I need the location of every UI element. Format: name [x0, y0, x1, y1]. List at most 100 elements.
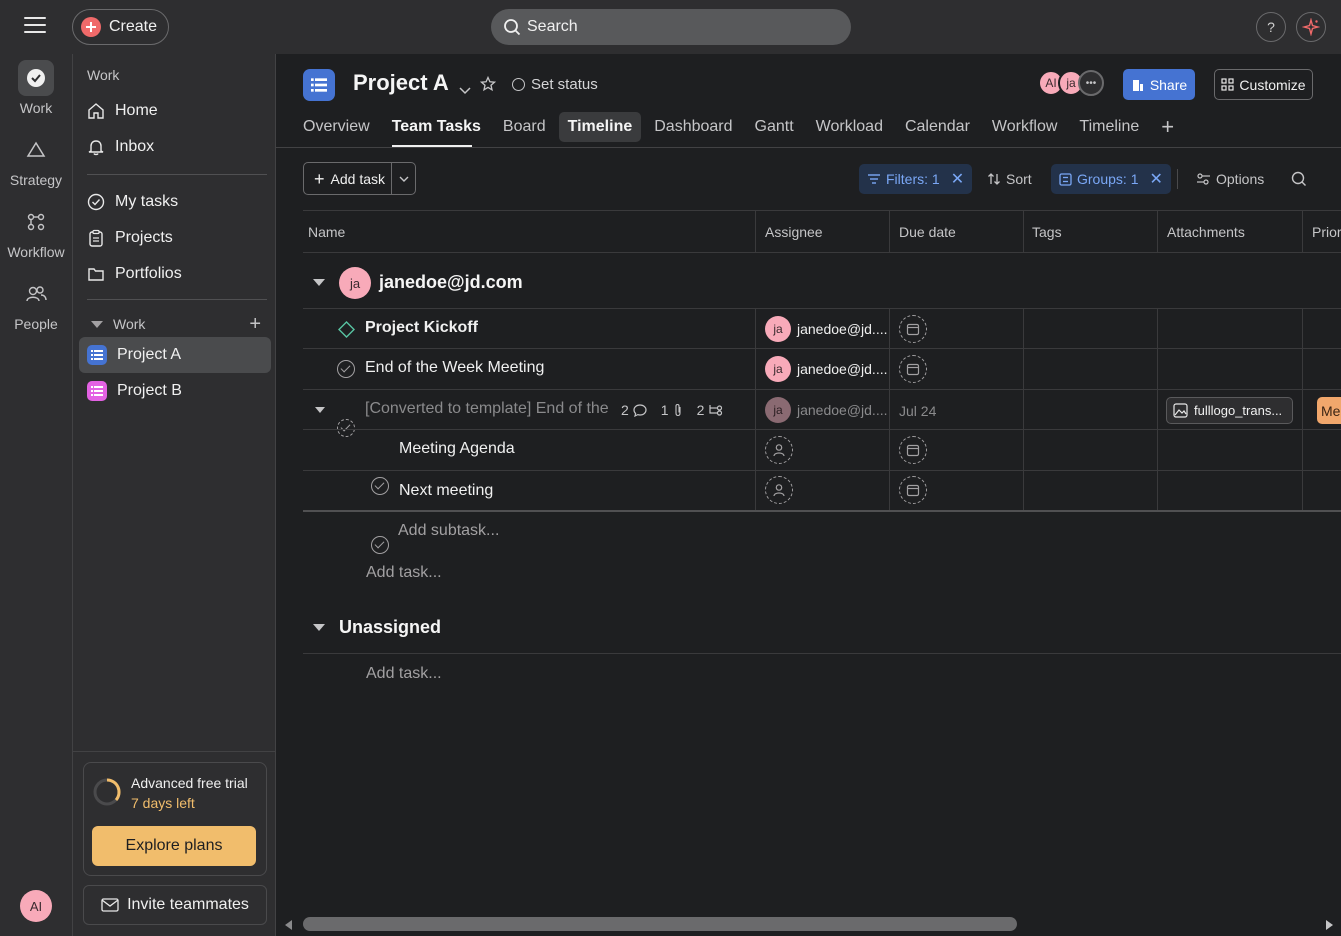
tab-gantt[interactable]: Gantt [746, 112, 803, 142]
tab-timeline[interactable]: Timeline [558, 112, 642, 142]
task-name[interactable]: Project Kickoff [365, 319, 478, 337]
column-header-assignee[interactable]: Assignee [765, 224, 823, 240]
chevron-down-icon [91, 320, 103, 328]
search-input[interactable]: Search [491, 9, 851, 45]
sidebar-section-title: Work [87, 67, 120, 83]
add-tab-plus-icon[interactable]: + [1152, 112, 1183, 142]
add-task-button[interactable]: + Add task [303, 162, 416, 195]
clear-filters-close-icon[interactable]: ✕ [951, 169, 964, 189]
sort-button[interactable]: Sort [979, 164, 1040, 194]
left-rail: Work Strategy Workflow People [0, 54, 72, 936]
search-placeholder: Search [527, 18, 578, 35]
due-date-cell[interactable] [899, 476, 927, 504]
invite-teammates-button[interactable]: Invite teammates [83, 885, 267, 925]
paperclip-icon [675, 403, 681, 417]
user-avatar[interactable]: AI [20, 890, 52, 922]
ai-sparkle-button[interactable] [1296, 12, 1326, 42]
group-title: Unassigned [339, 617, 442, 637]
column-header-due-date[interactable]: Due date [899, 224, 956, 240]
project-list-icon [303, 69, 335, 101]
share-button[interactable]: Share [1123, 69, 1195, 100]
explore-plans-button[interactable]: Explore plans [92, 826, 256, 866]
attachment-chip[interactable]: fulllogo_trans... [1166, 397, 1293, 424]
assignee-cell[interactable] [765, 476, 793, 504]
options-button[interactable]: Options [1188, 164, 1272, 194]
group-collapse-chevron-icon[interactable] [313, 279, 325, 286]
help-button[interactable]: ? [1256, 12, 1286, 42]
column-header-priority[interactable]: Prior [1312, 224, 1341, 240]
hamburger-menu-icon[interactable] [24, 17, 46, 35]
calendar-icon [899, 436, 927, 464]
column-header-tags[interactable]: Tags [1032, 224, 1062, 240]
sidebar-item-my-tasks[interactable]: My tasks [79, 184, 271, 220]
rail-item-strategy[interactable]: Strategy [0, 132, 72, 188]
set-status-button[interactable]: Set status [512, 76, 598, 93]
create-button[interactable]: Create [72, 9, 169, 45]
subtask-expand-chevron-icon[interactable] [315, 407, 325, 413]
comment-icon [633, 403, 647, 417]
star-icon[interactable] [479, 75, 497, 96]
tab-team-tasks[interactable]: Team Tasks [383, 112, 490, 142]
tab-calendar[interactable]: Calendar [896, 112, 979, 142]
check-circle-icon [18, 60, 54, 96]
horizontal-scrollbar-thumb[interactable] [303, 917, 1017, 931]
subtask-name[interactable]: Next meeting [399, 482, 493, 500]
sidebar-work-group[interactable]: Work + [91, 314, 261, 334]
due-date[interactable]: Jul 24 [899, 403, 936, 419]
plus-icon: + [314, 168, 325, 189]
subtask-name[interactable]: Meeting Agenda [399, 440, 515, 458]
assignee-cell[interactable]: ja janedoe@jd.... [765, 397, 888, 423]
column-header-name[interactable]: Name [308, 224, 345, 240]
rail-label-strategy: Strategy [9, 172, 63, 188]
table-search-icon[interactable] [1291, 171, 1307, 191]
priority-badge[interactable]: Me [1317, 397, 1341, 424]
trial-days-left: 7 days left [131, 795, 195, 811]
scroll-left-arrow-icon[interactable] [283, 918, 293, 935]
chevron-down-icon[interactable] [459, 82, 471, 99]
groups-chip[interactable]: Groups: 1 ✕ [1051, 164, 1171, 194]
tab-overview[interactable]: Overview [303, 112, 379, 142]
add-subtask-button[interactable]: Add subtask... [398, 522, 499, 540]
avatar: ja [765, 316, 791, 342]
sidebar-item-project-a[interactable]: Project A [79, 337, 271, 373]
add-task-dropdown-chevron-icon[interactable] [391, 163, 415, 194]
assignee-cell[interactable] [765, 436, 793, 464]
rail-label-people: People [14, 316, 58, 332]
due-date-cell[interactable] [899, 315, 927, 343]
rail-item-people[interactable]: People [0, 276, 72, 332]
tab-timeline-2[interactable]: Timeline [1070, 112, 1148, 142]
due-date-cell[interactable] [899, 436, 927, 464]
tab-board[interactable]: Board [494, 112, 555, 142]
sidebar-item-project-b[interactable]: Project B [79, 373, 271, 409]
assignee-cell[interactable]: ja janedoe@jd.... [765, 316, 888, 342]
column-header-attachments[interactable]: Attachments [1167, 224, 1245, 240]
filters-chip[interactable]: Filters: 1 ✕ [859, 164, 973, 194]
complete-checkbox[interactable] [337, 360, 355, 378]
rail-item-workflow[interactable]: Workflow [0, 204, 72, 260]
sidebar-item-projects[interactable]: Projects [79, 220, 271, 256]
due-date-cell[interactable] [899, 355, 927, 383]
assignee-cell[interactable]: ja janedoe@jd.... [765, 356, 888, 382]
customize-button[interactable]: Customize [1214, 69, 1313, 100]
scroll-right-arrow-icon[interactable] [1325, 918, 1335, 935]
clear-groups-close-icon[interactable]: ✕ [1149, 169, 1162, 189]
task-name[interactable]: [Converted to template] End of the [365, 400, 610, 418]
tab-dashboard[interactable]: Dashboard [645, 112, 741, 142]
group-collapse-chevron-icon[interactable] [313, 624, 325, 631]
sidebar-item-label: Project A [117, 346, 182, 363]
sidebar-item-inbox[interactable]: Inbox [79, 129, 271, 165]
add-project-plus-icon[interactable]: + [249, 314, 261, 334]
complete-checkbox[interactable] [371, 536, 389, 554]
add-task-inline-button[interactable]: Add task... [366, 564, 442, 582]
rail-item-work[interactable]: Work [0, 60, 72, 116]
tab-workflow[interactable]: Workflow [983, 112, 1067, 142]
page-title: Project A [353, 70, 449, 95]
help-label: ? [1267, 19, 1275, 35]
add-task-inline-button[interactable]: Add task... [366, 665, 442, 683]
member-avatars[interactable]: AI ja ••• [1038, 70, 1104, 96]
sidebar-item-portfolios[interactable]: Portfolios [79, 256, 271, 292]
milestone-diamond-icon[interactable] [338, 321, 355, 342]
task-name[interactable]: End of the Week Meeting [365, 359, 544, 377]
sidebar-item-home[interactable]: Home [79, 93, 271, 129]
tab-workload[interactable]: Workload [807, 112, 892, 142]
